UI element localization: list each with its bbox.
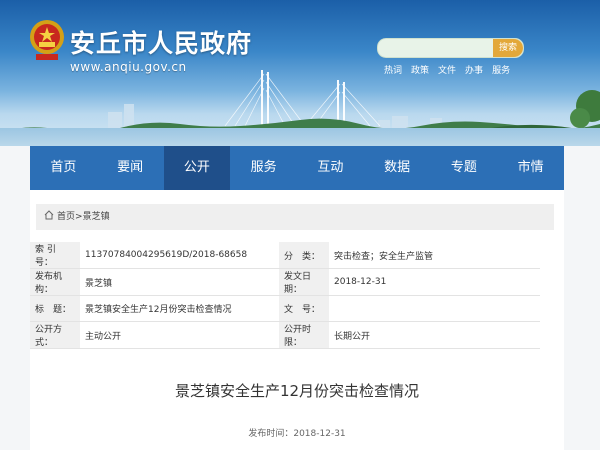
- hot-link-services[interactable]: 服务: [492, 66, 510, 76]
- breadcrumb: 首页>景芝镇: [36, 204, 554, 230]
- home-icon: [44, 210, 54, 220]
- meta-label-category: 分 类：: [279, 242, 329, 269]
- breadcrumb-home[interactable]: 首页: [57, 212, 75, 222]
- meta-value-title: 景芝镇安全生产12月份突击检查情况: [80, 295, 279, 322]
- meta-value-publisher: 景芝镇: [80, 268, 279, 296]
- search-input[interactable]: [378, 42, 504, 57]
- national-emblem-icon: [30, 20, 64, 60]
- table-row: 索 引 号： 11370784004295619D/2018-68658 分 类…: [30, 242, 540, 269]
- main-nav: 首页 要闻 公开 服务 互动 数据 专题 市情: [30, 146, 564, 190]
- hot-links: 热词 政策 文件 办事 服务: [384, 63, 519, 76]
- nav-item-topics[interactable]: 专题: [431, 146, 498, 190]
- breadcrumb-separator: >: [75, 212, 83, 222]
- nav-item-city-info[interactable]: 市情: [497, 146, 564, 190]
- table-row: 发布机构： 景芝镇 发文日期： 2018-12-31: [30, 268, 540, 296]
- meta-value-disclosure-period: 长期公开: [329, 321, 540, 349]
- nav-item-interaction[interactable]: 互动: [297, 146, 364, 190]
- nav-item-service[interactable]: 服务: [230, 146, 297, 190]
- nav-item-home[interactable]: 首页: [30, 146, 97, 190]
- nav-item-public[interactable]: 公开: [163, 146, 231, 190]
- meta-label-issue-date: 发文日期：: [279, 268, 329, 296]
- meta-label-doc-number: 文 号：: [279, 295, 329, 322]
- table-row: 标 题： 景芝镇安全生产12月份突击检查情况 文 号：: [30, 295, 540, 322]
- meta-value-category: 突击检查；安全生产监管: [329, 242, 540, 269]
- meta-value-issue-date: 2018-12-31: [329, 268, 540, 296]
- search-box: 搜索: [377, 38, 524, 58]
- nav-item-data[interactable]: 数据: [364, 146, 431, 190]
- meta-value-doc-number: [329, 295, 540, 322]
- article-title: 景芝镇安全生产12月份突击检查情况: [174, 382, 420, 400]
- meta-label-disclosure-period: 公开时限：: [279, 321, 329, 349]
- meta-label-title: 标 题：: [30, 295, 80, 322]
- search-button[interactable]: 搜索: [493, 39, 523, 57]
- river: [0, 128, 600, 146]
- meta-value-index: 11370784004295619D/2018-68658: [80, 242, 279, 269]
- meta-label-index: 索 引 号：: [30, 242, 80, 269]
- meta-label-publisher: 发布机构：: [30, 268, 80, 296]
- document-meta-table: 索 引 号： 11370784004295619D/2018-68658 分 类…: [30, 242, 540, 349]
- meta-value-disclosure-method: 主动公开: [80, 321, 279, 349]
- hot-link-policy[interactable]: 政策: [411, 66, 429, 76]
- site-domain: www.anqiu.gov.cn: [70, 60, 187, 74]
- hot-link-documents[interactable]: 文件: [438, 66, 456, 76]
- nav-item-news[interactable]: 要闻: [97, 146, 164, 190]
- publish-date: 发布时间：2018-12-31: [248, 429, 346, 439]
- breadcrumb-current[interactable]: 景芝镇: [83, 212, 110, 222]
- hot-link-services-affairs[interactable]: 办事: [465, 66, 483, 76]
- header-banner: 安丘市人民政府 www.anqiu.gov.cn 搜索 热词 政策 文件 办事 服务: [0, 0, 600, 146]
- table-row: 公开方式： 主动公开 公开时限： 长期公开: [30, 321, 540, 349]
- site-title[interactable]: 安丘市人民政府: [70, 24, 252, 60]
- meta-label-disclosure-method: 公开方式：: [30, 321, 80, 349]
- hot-link-hotwords[interactable]: 热词: [384, 66, 402, 76]
